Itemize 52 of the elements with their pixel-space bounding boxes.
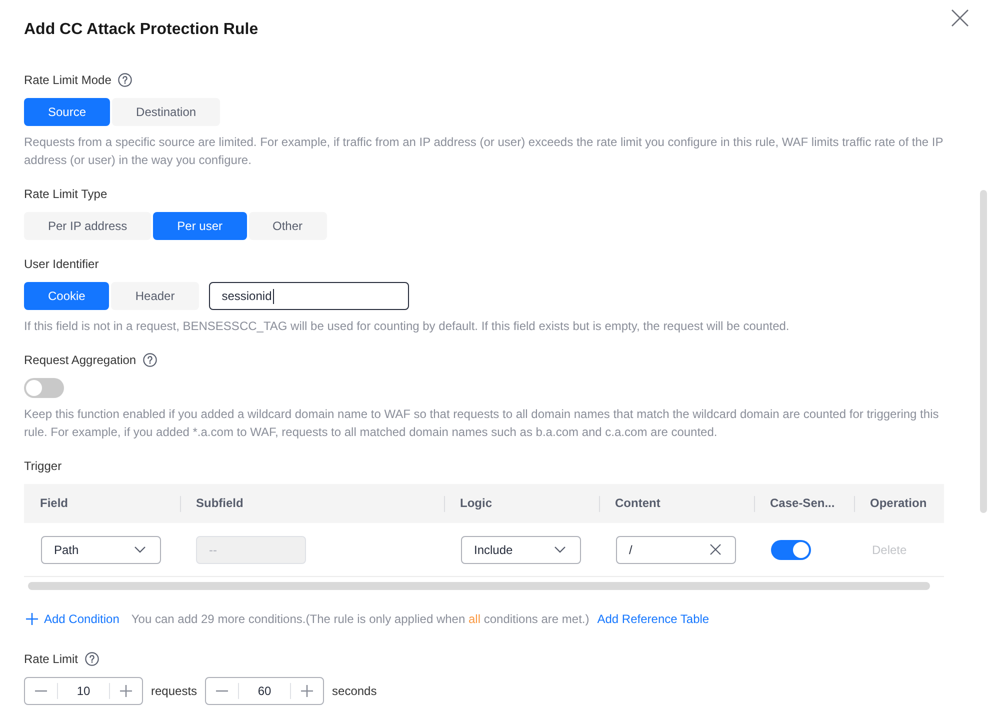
chevron-icon xyxy=(554,546,566,553)
stepper-value[interactable]: 60 xyxy=(239,684,290,698)
dropdown-select[interactable]: Include xyxy=(461,536,581,564)
description-text: Requests from a specific source are limited. For example, if traffic from an IP address (or user) exceeds the rate limit you configure in this rule, WAF limits traffic rate of the IP address (or user) in the way you configure. xyxy=(24,134,944,169)
dialog-title: Add CC Attack Protection Rule xyxy=(24,20,258,40)
stepper-value[interactable]: 10 xyxy=(58,684,109,698)
field-label: Rate Limit Type xyxy=(24,186,108,203)
segment-button[interactable]: Per user xyxy=(153,212,247,240)
field-label: Request Aggregation xyxy=(24,352,136,369)
description-text: Keep this function enabled if you added a wildcard domain name to WAF so that requests to all domain names that match the wildcard domain are counted for triggering this rule. For example, if you added *.a.com to WAF, requests to all matched domain names such as b.a.com and c.a.com are counted. xyxy=(24,406,940,441)
field-label: User Identifier xyxy=(24,256,99,273)
segment-button[interactable]: Cookie xyxy=(24,282,110,310)
unit-label: seconds xyxy=(332,684,377,698)
segment-button[interactable]: Header xyxy=(111,282,199,310)
number-stepper[interactable]: 10 xyxy=(24,677,143,705)
minus-icon xyxy=(216,690,228,692)
input-field[interactable]: / xyxy=(616,536,736,564)
column-header: Logic xyxy=(444,484,599,523)
segment-button[interactable]: Other xyxy=(248,212,327,240)
field-label: Rate Limit xyxy=(24,651,78,668)
plus-icon xyxy=(120,685,132,697)
chevron-icon xyxy=(134,546,146,553)
toggle-switch[interactable] xyxy=(24,378,64,398)
help-icon[interactable] xyxy=(118,73,132,87)
field-label: Trigger xyxy=(24,458,62,475)
scrollbar-thumb[interactable] xyxy=(28,582,930,590)
unit-label: requests xyxy=(151,684,198,698)
scrollbar-thumb[interactable] xyxy=(980,190,987,513)
close-button[interactable] xyxy=(951,9,969,27)
conditions-note: You can add 29 more conditions.(The rule is only applied when all conditions are met.) xyxy=(131,612,590,626)
column-header: Subfield xyxy=(180,484,444,523)
plus-icon xyxy=(26,613,38,625)
help-icon[interactable] xyxy=(85,652,100,666)
segment-button[interactable]: Per IP address xyxy=(24,212,152,240)
field-label: Rate Limit Mode xyxy=(24,72,112,89)
segment-button[interactable]: Source xyxy=(24,98,110,126)
toggle-switch[interactable] xyxy=(771,540,811,560)
segment-button[interactable]: Destination xyxy=(112,98,220,126)
column-header: Case-Sen... xyxy=(754,484,854,523)
hint-text: If this field is not in a request, BENSESSCC_TAG will be used for counting by default. If this field exists but is empty, the request will be counted. xyxy=(24,318,790,335)
column-header: Content xyxy=(599,484,754,523)
help-icon[interactable] xyxy=(143,353,158,367)
minus-icon xyxy=(35,690,47,692)
clear-icon[interactable] xyxy=(710,544,721,555)
dropdown-select[interactable]: Path xyxy=(41,536,161,564)
add-condition-link[interactable]: Add Condition xyxy=(24,612,120,626)
close-icon xyxy=(951,9,969,27)
add-reference-table-link[interactable]: Add Reference Table xyxy=(597,612,710,626)
plus-icon xyxy=(301,685,314,697)
number-stepper[interactable]: 60 xyxy=(205,677,324,705)
identifier-input-field[interactable]: sessionid xyxy=(208,282,409,310)
column-header: Operation xyxy=(854,484,944,523)
